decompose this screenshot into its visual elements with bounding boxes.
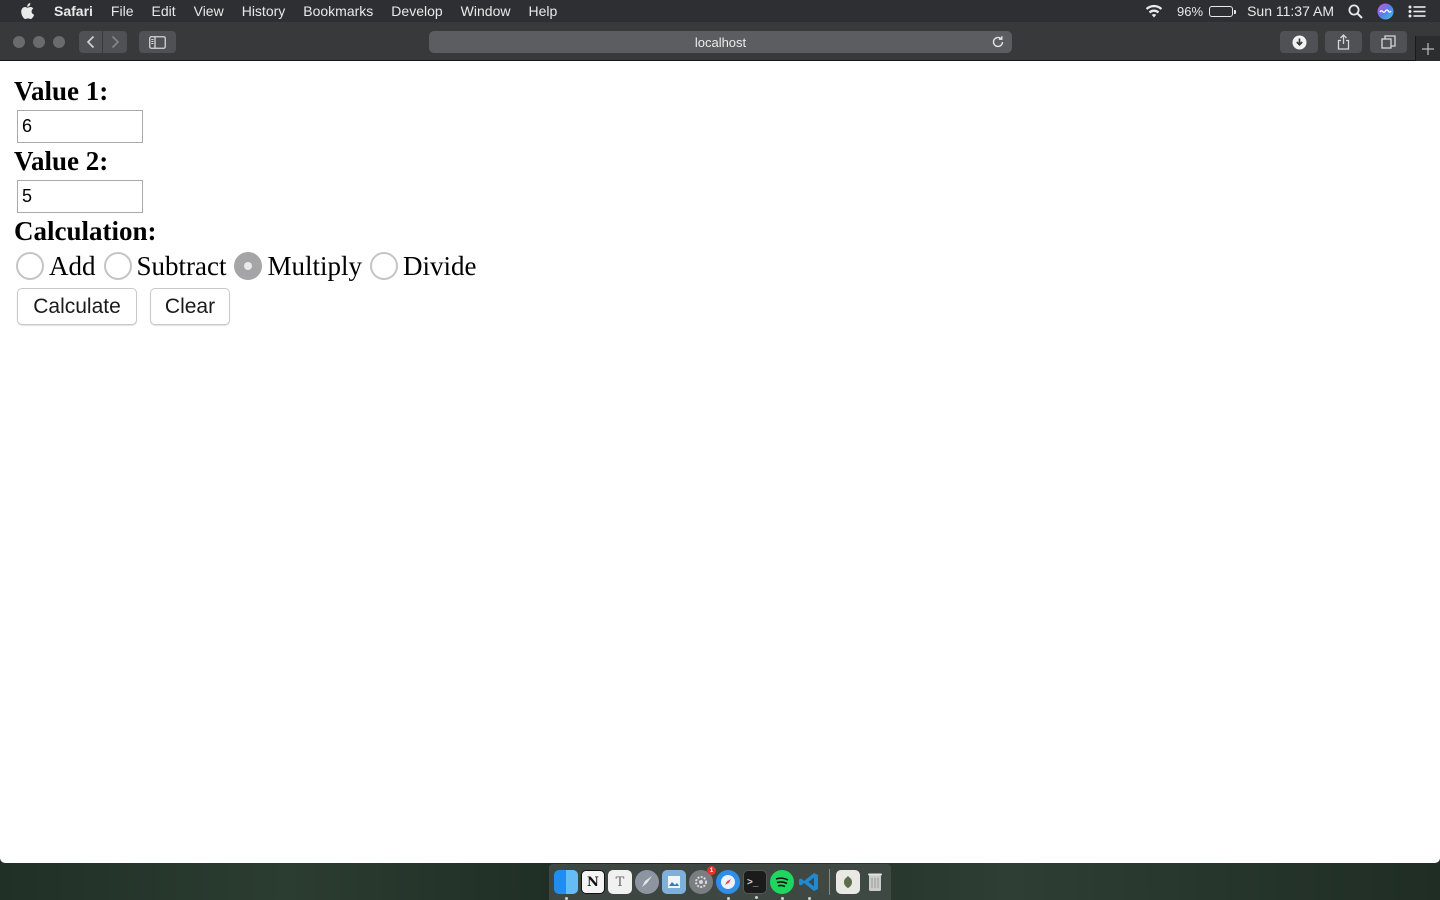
radio-option-subtract[interactable]: Subtract [103, 251, 227, 281]
battery-percent: 96% [1177, 3, 1204, 19]
wifi-icon[interactable] [1145, 4, 1163, 18]
menu-edit[interactable]: Edit [142, 0, 184, 22]
zoom-window-button[interactable] [53, 36, 65, 48]
downloads-stack-icon[interactable] [836, 870, 860, 894]
share-icon [1337, 34, 1350, 50]
plus-icon [1422, 42, 1434, 55]
url-text: localhost [694, 34, 747, 50]
sidebar-icon [149, 35, 166, 49]
close-window-button[interactable] [13, 36, 25, 48]
menu-bookmarks[interactable]: Bookmarks [294, 0, 382, 22]
battery-icon[interactable] [1209, 5, 1237, 17]
address-bar[interactable]: localhost [429, 31, 1012, 53]
spotlight-search-icon[interactable] [1348, 4, 1363, 19]
notification-center-icon[interactable] [1408, 5, 1426, 18]
safari-icon[interactable] [716, 870, 740, 900]
radio-add[interactable] [16, 252, 44, 280]
value1-label: Value 1: [14, 76, 109, 106]
forward-button[interactable] [103, 31, 127, 53]
minimize-window-button[interactable] [33, 36, 45, 48]
preview-icon[interactable] [662, 870, 686, 894]
terminal-icon[interactable]: >_ [743, 870, 767, 899]
menu-view[interactable]: View [185, 0, 233, 22]
new-tab-button[interactable] [1415, 36, 1440, 61]
radio-add-label[interactable]: Add [49, 251, 96, 281]
calculation-label: Calculation: [14, 216, 157, 246]
calculation-options: Add Subtract Multiply Divide [16, 250, 485, 282]
notification-badge: 1 [707, 866, 716, 875]
menu-develop[interactable]: Develop [382, 0, 451, 22]
chevron-left-icon [86, 35, 94, 49]
apple-menu-icon[interactable] [0, 0, 54, 22]
menu-window[interactable]: Window [452, 0, 520, 22]
sidebar-toggle-button[interactable] [139, 31, 176, 53]
show-all-tabs-button[interactable] [1370, 31, 1407, 53]
menu-history[interactable]: History [233, 0, 295, 22]
window-controls [13, 36, 73, 48]
siri-icon[interactable] [1377, 3, 1394, 20]
tabs-overview-icon [1381, 35, 1396, 49]
status-area: 96% Sun 11:37 AM [1145, 0, 1440, 22]
macos-menu-bar: Safari File Edit View History Bookmarks … [0, 0, 1440, 22]
radio-divide[interactable] [370, 252, 398, 280]
spotify-icon[interactable] [770, 870, 794, 900]
menu-safari[interactable]: Safari [54, 0, 102, 22]
share-button[interactable] [1325, 31, 1362, 53]
downloads-button[interactable] [1280, 31, 1318, 53]
menu-file[interactable]: File [102, 0, 143, 22]
dock-separator [829, 869, 830, 895]
radio-multiply[interactable] [234, 252, 263, 280]
finder-icon[interactable] [554, 870, 578, 900]
radio-divide-label[interactable]: Divide [403, 251, 477, 281]
navigation-buttons [79, 31, 127, 53]
value2-input[interactable] [17, 180, 143, 213]
value1-input[interactable] [17, 110, 143, 143]
typora-icon[interactable]: T [608, 870, 632, 894]
radio-multiply-label[interactable]: Multiply [267, 251, 362, 281]
system-preferences-icon[interactable]: 1 [689, 866, 716, 894]
calculate-button[interactable]: Calculate [17, 288, 137, 325]
vscode-icon[interactable] [797, 870, 821, 900]
radio-option-divide[interactable]: Divide [370, 251, 477, 281]
reload-icon[interactable] [990, 34, 1006, 50]
dock: N T 1 >_ [549, 864, 891, 900]
launchpad-icon[interactable] [635, 870, 659, 894]
clock[interactable]: Sun 11:37 AM [1247, 3, 1334, 19]
clear-button[interactable]: Clear [150, 288, 230, 325]
radio-subtract-label[interactable]: Subtract [137, 251, 227, 281]
safari-toolbar: localhost [0, 22, 1440, 61]
value2-label: Value 2: [14, 146, 109, 176]
radio-option-multiply[interactable]: Multiply [234, 251, 362, 281]
download-icon [1292, 35, 1306, 49]
notion-icon[interactable]: N [581, 870, 605, 894]
trash-icon[interactable] [863, 870, 887, 894]
radio-option-add[interactable]: Add [16, 251, 96, 281]
menu-help[interactable]: Help [519, 0, 566, 22]
back-button[interactable] [79, 31, 103, 53]
radio-subtract[interactable] [103, 252, 132, 280]
web-page: Value 1: Value 2: Calculation: Add Subtr… [0, 61, 1440, 863]
chevron-right-icon [111, 35, 120, 49]
